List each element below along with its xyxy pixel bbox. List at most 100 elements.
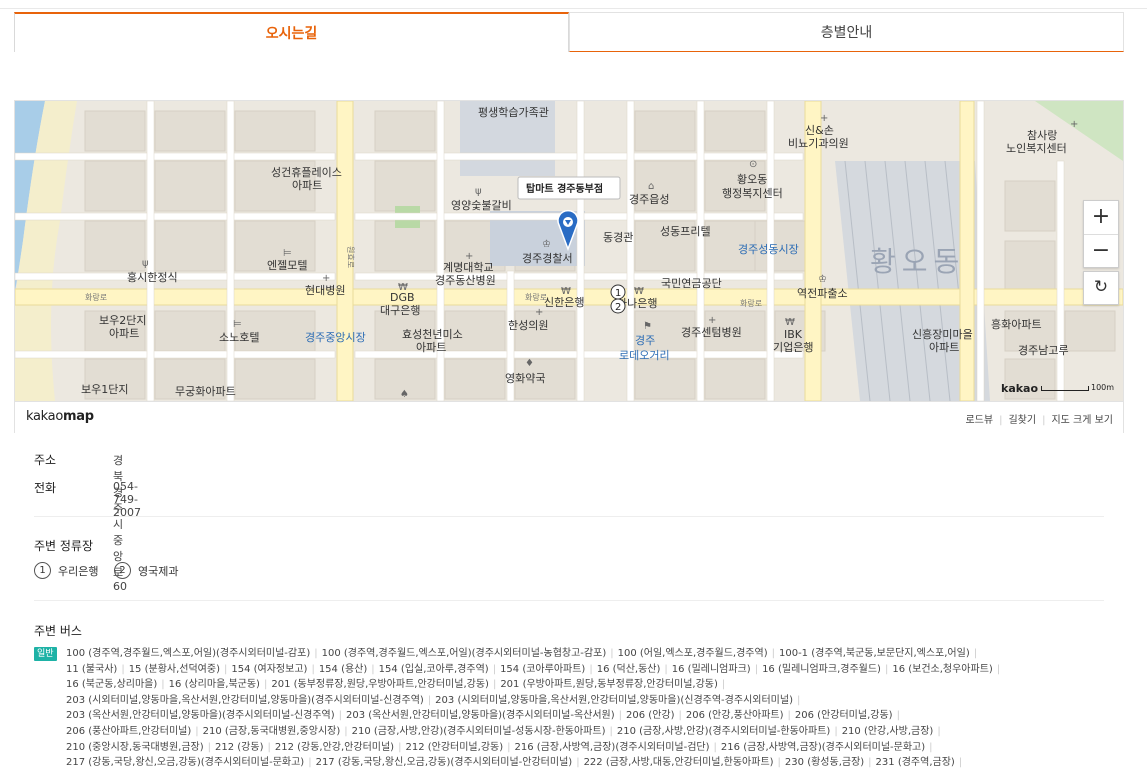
bus-route-link[interactable]: 203 (옥산서원,안강터미널,양동마을)(경주시외터미널-신경주역): [66, 710, 335, 721]
bank-icon: ₩: [561, 286, 571, 297]
bus-route-link[interactable]: 222 (금장,사방,대동,안강터미널,한동아파트): [584, 757, 774, 768]
bus-route-link[interactable]: 210 (금장,사방,안강)(경주시외터미널-한동아파트): [617, 726, 830, 737]
place-label: 국민연금공단: [661, 277, 722, 290]
bus-route-link[interactable]: 15 (분황사,선덕여중): [129, 664, 220, 675]
government-office-icon: ⊙: [749, 159, 757, 170]
bus-route-link[interactable]: 212 (안강터미널,강동): [405, 742, 503, 753]
bus-line-row: 217 (강동,국당,왕신,오금,강동)(경주시외터미널-문화고) | 217 (강…: [66, 755, 966, 771]
bus-route-link[interactable]: 16 (보건소,청우아파트): [892, 664, 993, 675]
bus-route-link[interactable]: 206 (안강): [626, 710, 674, 721]
bus-separator: |: [996, 663, 1001, 675]
bus-route-link[interactable]: 206 (안강터미널,강동): [795, 710, 893, 721]
phone-value[interactable]: 054-749-2007: [113, 480, 141, 519]
bus-route-link[interactable]: 216 (금장,사방역,금장)(경주시외터미널-검단): [515, 742, 710, 753]
bus-route-link[interactable]: 203 (시외터미널,양동마을,옥산서원,안강터미널,양동마을)(경주시외터미널…: [66, 695, 424, 706]
roadview-link[interactable]: 로드뷰: [965, 415, 993, 426]
bus-route-link[interactable]: 206 (안강,풍산아파트): [686, 710, 784, 721]
refresh-icon[interactable]: ↻: [1083, 271, 1119, 305]
brand-text: kakao: [26, 409, 63, 424]
scale-bar: [1041, 386, 1089, 391]
tab-floor-guide[interactable]: 층별안내: [569, 12, 1124, 52]
bus-route-link[interactable]: 210 (안강,사방,금장): [842, 726, 934, 737]
bus-route-link[interactable]: 217 (강동,국당,왕신,오금,강동)(경주시외터미널-문화고): [66, 757, 304, 768]
bus-separator: |: [896, 710, 900, 722]
bus-separator: |: [161, 679, 165, 691]
place-label: 경주읍성: [629, 193, 669, 206]
map-canvas[interactable]: 화랑로 화랑로 화랑로 원효로 황오동 평생학습가족관 신&손 비뇨기과의원 참사…: [15, 101, 1123, 401]
bus-route-link[interactable]: 210 (금장,사방,안강)(경주시외터미널-성동시장-한동아파트): [352, 726, 606, 737]
bus-separator: |: [492, 679, 497, 691]
bus-route-link[interactable]: 16 (밀레니엄파크): [672, 664, 751, 675]
road-label: 화랑로: [85, 292, 107, 302]
bus-route-link[interactable]: 154 (입실,코아루,경주역): [379, 664, 489, 675]
place-label: 무궁화아파트: [175, 385, 236, 398]
bus-separator: |: [121, 663, 125, 675]
bus-separator: |: [937, 726, 941, 737]
bus-route-link[interactable]: 100 (어일,엑스포,경주월드,경주역): [618, 648, 768, 659]
kakaomap-logo[interactable]: kakaomap: [26, 409, 94, 424]
directions-link[interactable]: 길찾기: [1008, 415, 1036, 426]
bus-title: 주변 버스: [34, 624, 82, 638]
bus-route-link[interactable]: 230 (황성동,금장): [785, 757, 864, 768]
place-label: 경주남고루: [1018, 344, 1069, 357]
hospital-icon: +: [820, 113, 828, 124]
bus-separator: |: [492, 663, 497, 675]
section-divider: [34, 600, 1104, 601]
tab-directions[interactable]: 오시는길: [14, 12, 569, 52]
hospital-icon: +: [1070, 119, 1078, 130]
bus-route-link[interactable]: 201 (우방아파트,원당,동부정류장,안강터미널,강동): [500, 679, 718, 690]
place-label: 계명대학교 경주동산병원: [435, 261, 496, 287]
bus-route-link[interactable]: 16 (밀레니엄파크,경주월드): [762, 664, 881, 675]
bus-separator: |: [796, 694, 801, 706]
place-label: 신한은행: [544, 296, 584, 309]
bus-separator: |: [754, 663, 759, 675]
bus-route-link[interactable]: 210 (금장,동국대병원,중앙시장): [203, 726, 341, 737]
bus-route-link[interactable]: 203 (옥산서원,안강터미널,양동마을)(경주시외터미널-옥산서원): [346, 710, 615, 721]
bus-route-link[interactable]: 16 (북군동,상리마을): [66, 679, 157, 690]
place-label: 경주성동시장: [738, 243, 799, 256]
bus-route-link[interactable]: 100-1 (경주역,북군동,보문단지,엑스포,어일): [779, 648, 970, 659]
link-separator: |: [999, 415, 1003, 426]
bus-route-link[interactable]: 154 (용산): [319, 664, 367, 675]
bus-route-link[interactable]: 16 (덕산,동산): [597, 664, 661, 675]
bus-type-badge: 일반: [34, 647, 57, 661]
bus-separator: |: [609, 726, 613, 737]
bus-route-link[interactable]: 154 (여자정보고): [231, 664, 307, 675]
restaurant-icon: ψ: [475, 186, 482, 197]
bus-route-link[interactable]: 212 (강동,안강,안강터미널): [275, 742, 394, 753]
bus-separator: |: [618, 710, 623, 722]
bus-route-link[interactable]: 100 (경주역,경주월드,엑스포,어일)(경주시외터미널-감포): [66, 648, 310, 659]
bus-separator: |: [771, 648, 775, 659]
map-footer: kakaomap 로드뷰 | 길찾기 | 지도 크게 보기: [15, 401, 1123, 433]
bus-separator: |: [678, 710, 682, 722]
hospital-icon: +: [465, 251, 473, 262]
zoom-in-button[interactable]: +: [1084, 201, 1118, 235]
zoom-out-button[interactable]: −: [1084, 235, 1118, 268]
stop-item[interactable]: 2 영국제과: [113, 562, 178, 579]
bus-separator: |: [263, 679, 268, 691]
bus-separator: |: [777, 757, 781, 769]
bus-separator: |: [713, 741, 717, 753]
zoom-control: + −: [1083, 200, 1119, 268]
large-map-link[interactable]: 지도 크게 보기: [1051, 415, 1113, 426]
bus-route-link[interactable]: 100 (경주역,경주월드,엑스포,어일)(경주시외터미널-농협창고-감포): [322, 648, 607, 659]
bus-separator: |: [868, 757, 872, 769]
bus-route-link[interactable]: 212 (강동): [215, 742, 263, 753]
flag-icon: ⚑: [643, 321, 652, 332]
bus-separator: |: [507, 741, 511, 753]
bus-route-link[interactable]: 203 (시외터미널,양동마을,옥산서원,안강터미널,양동마을)(신경주역-경주…: [435, 695, 793, 706]
bus-route-link[interactable]: 201 (동부정류장,원당,우방아파트,안강터미널,강동): [271, 679, 489, 690]
bus-route-link[interactable]: 231 (경주역,금장): [876, 757, 955, 768]
place-label: 보우1단지: [81, 383, 128, 396]
bus-route-link[interactable]: 154 (코아루아파트): [500, 664, 585, 675]
stop-item[interactable]: 1 우리은행: [34, 562, 98, 579]
bus-route-link[interactable]: 210 (중앙시장,동국대병원,금장): [66, 742, 204, 753]
bus-separator: |: [338, 710, 343, 722]
place-label: 경주경찰서: [522, 252, 573, 265]
bus-route-link[interactable]: 11 (불국사): [66, 664, 117, 675]
bus-route-link[interactable]: 16 (상리마을,북군동): [169, 679, 260, 690]
bus-route-link[interactable]: 217 (강동,국당,왕신,오금,강동)(경주시외터미널-안강터미널): [316, 757, 573, 768]
map-container[interactable]: 화랑로 화랑로 화랑로 원효로 황오동 평생학습가족관 신&손 비뇨기과의원 참사…: [14, 100, 1124, 433]
bus-route-link[interactable]: 206 (풍산아파트,안강터미널): [66, 726, 191, 737]
bus-route-link[interactable]: 216 (금장,사방역,금장)(경주시외터미널-문화고): [721, 742, 925, 753]
